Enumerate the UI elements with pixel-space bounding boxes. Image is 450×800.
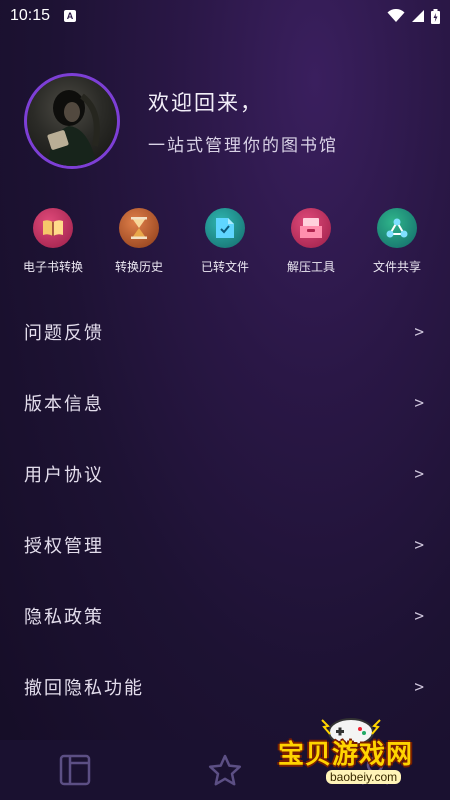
menu-item-label: 隐私政策: [24, 606, 104, 628]
quick-action-converted-files[interactable]: 已转文件: [183, 208, 267, 275]
quick-action-label: 转换历史: [114, 260, 163, 274]
status-time: 10:15: [10, 7, 51, 24]
quick-action-ebook-convert[interactable]: 电子书转换: [11, 208, 95, 275]
library-icon: [59, 754, 91, 786]
menu-item-label: 版本信息: [24, 393, 104, 415]
greeting-title: 欢迎回来，: [148, 90, 263, 115]
quick-action-label: 文件共享: [372, 260, 421, 274]
quick-action-unzip-tool[interactable]: 解压工具: [269, 208, 353, 275]
status-icons: [387, 8, 440, 24]
share-icon: [377, 208, 417, 248]
menu-item-privacy-policy[interactable]: 隐私政策 >: [0, 580, 450, 651]
quick-action-file-share[interactable]: 文件共享: [355, 208, 439, 275]
menu-item-version-info[interactable]: 版本信息 >: [0, 367, 450, 438]
signal-icon: [412, 10, 424, 22]
watermark-url: baobeiy.com: [326, 770, 402, 784]
file-check-icon: [205, 208, 245, 248]
hourglass-icon: [119, 208, 159, 248]
quick-actions: 电子书转换 转换历史 已转文件 解压工具 文件共享: [0, 208, 450, 275]
tab-library[interactable]: [55, 750, 95, 790]
quick-action-label: 解压工具: [286, 260, 335, 274]
watermark-text: 宝贝游戏网: [278, 740, 414, 770]
wifi-icon: [387, 9, 405, 22]
chevron-right-icon: >: [414, 393, 426, 412]
quick-action-convert-history[interactable]: 转换历史: [97, 208, 181, 275]
menu-item-permission-management[interactable]: 授权管理 >: [0, 509, 450, 580]
tab-favorites[interactable]: [205, 750, 245, 790]
star-icon: [208, 754, 242, 786]
status-bar: 10:15 A: [0, 0, 450, 32]
battery-icon: [431, 8, 440, 24]
menu-item-label: 问题反馈: [24, 322, 104, 344]
avatar[interactable]: [24, 73, 120, 169]
settings-menu: 问题反馈 > 版本信息 > 用户协议 > 授权管理 > 隐私政策 > 撤回隐私功…: [0, 296, 450, 722]
chevron-right-icon: >: [414, 606, 426, 625]
menu-item-label: 授权管理: [24, 535, 104, 557]
chevron-right-icon: >: [414, 677, 426, 696]
notification-a-icon: A: [64, 10, 77, 22]
archive-icon: [291, 208, 331, 248]
profile-header: 欢迎回来， 一站式管理你的图书馆: [24, 73, 338, 169]
quick-action-label: 已转文件: [200, 260, 249, 274]
quick-action-label: 电子书转换: [22, 260, 83, 274]
greeting-subtitle: 一站式管理你的图书馆: [148, 135, 338, 156]
chevron-right-icon: >: [414, 322, 426, 341]
avatar-portrait-image: [47, 90, 100, 166]
menu-item-feedback[interactable]: 问题反馈 >: [0, 296, 450, 367]
menu-item-label: 用户协议: [24, 464, 104, 486]
book-icon: [33, 208, 73, 248]
greeting: 欢迎回来， 一站式管理你的图书馆: [148, 87, 338, 156]
chevron-right-icon: >: [414, 464, 426, 483]
chevron-right-icon: >: [414, 535, 426, 554]
menu-item-label: 撤回隐私功能: [24, 677, 144, 699]
watermark: 宝贝游戏网 baobeiy.com: [270, 712, 450, 800]
menu-item-user-agreement[interactable]: 用户协议 >: [0, 438, 450, 509]
